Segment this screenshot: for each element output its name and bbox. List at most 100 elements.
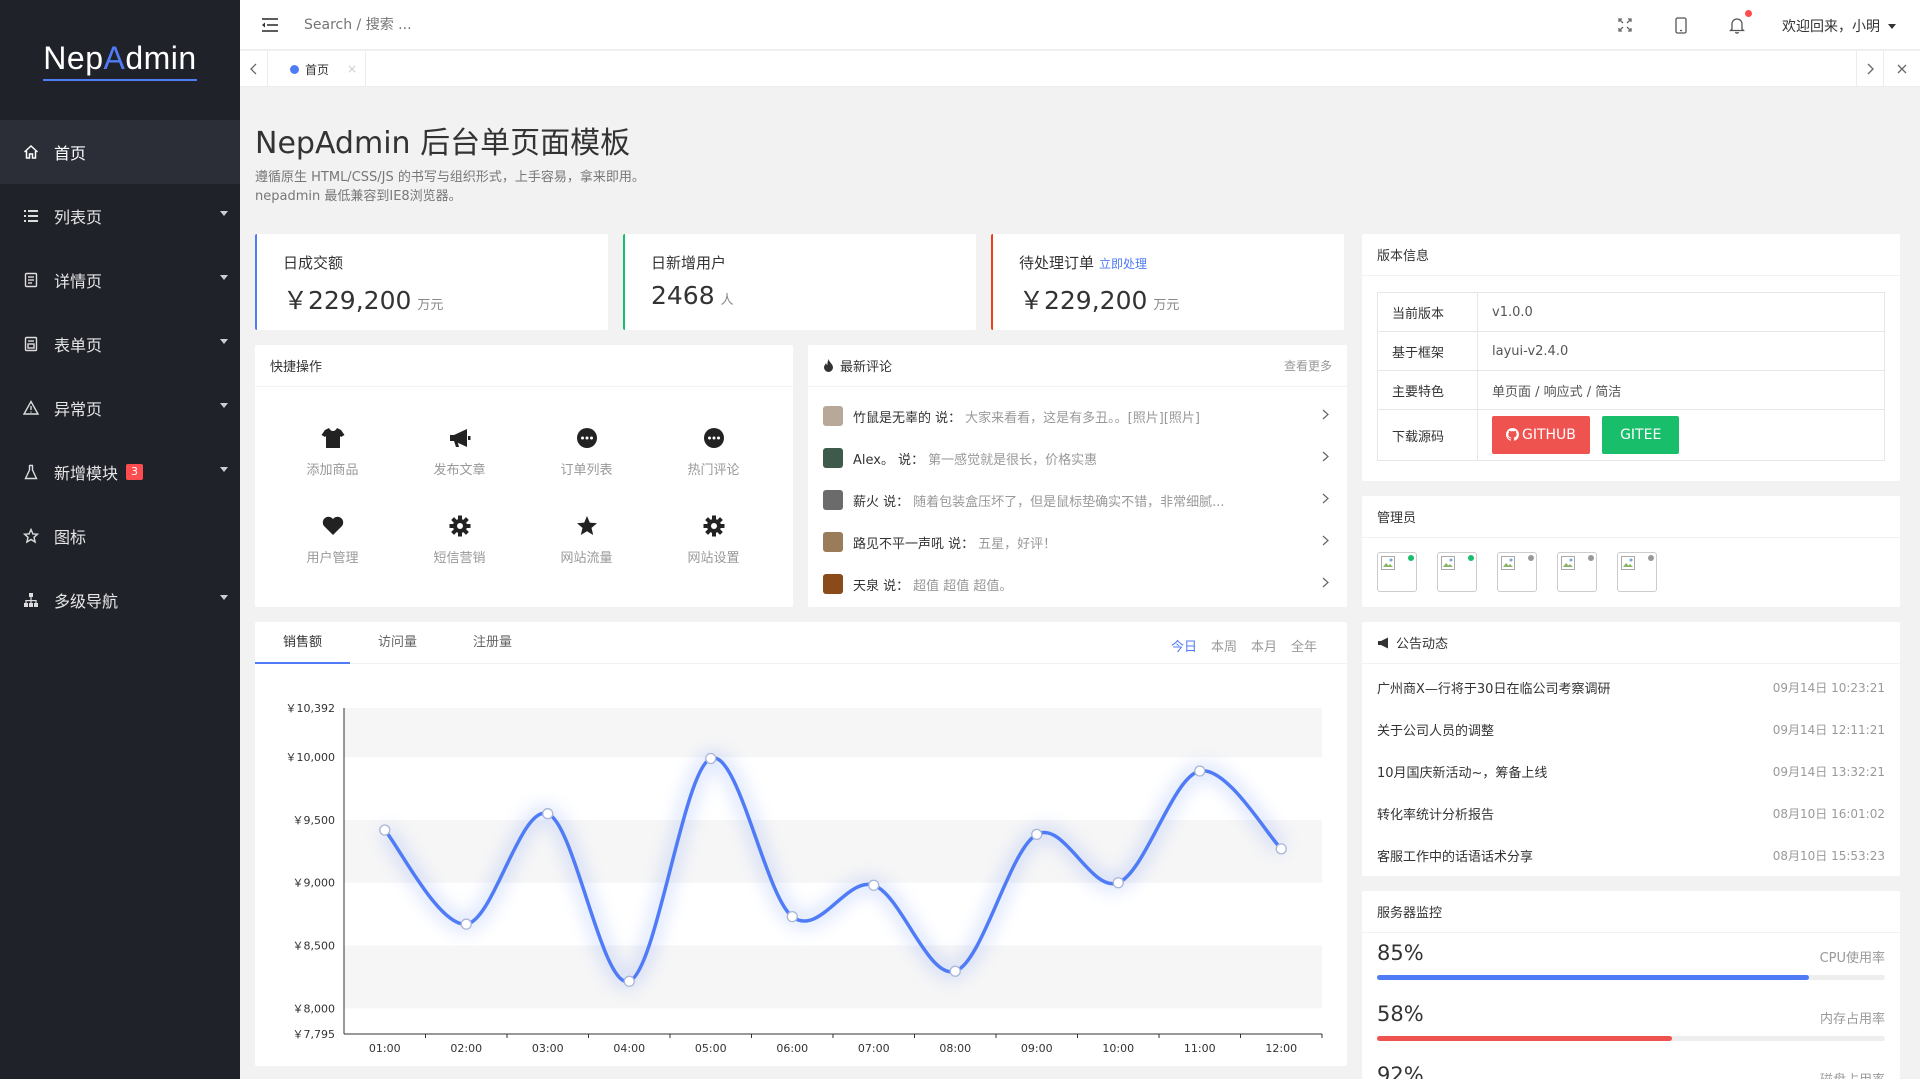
range-week[interactable]: 本周 [1211, 636, 1237, 655]
comment-item[interactable]: 天泉 说： 超值 超值 超值。 [808, 563, 1347, 605]
metric-label: 内存占用率 [1819, 1012, 1885, 1027]
admin-avatar[interactable] [1617, 552, 1657, 592]
notice-item[interactable]: 客服工作中的话语话术分享 08月10日 15:53:23 [1362, 834, 1900, 876]
sidebar-item[interactable]: 新增模块 3 [0, 440, 240, 504]
search-input[interactable] [304, 10, 604, 40]
gear-icon [650, 513, 777, 539]
broken-image-icon [1621, 556, 1635, 570]
notice-item[interactable]: 转化率统计分析报告 08月10日 16:01:02 [1362, 792, 1900, 834]
home-icon [22, 143, 40, 161]
comment-list: 竹鼠是无辜的 说： 大家来看看，这是有多丑。。[照片][照片] Alex。 说：… [808, 387, 1347, 605]
data-point [1112, 877, 1124, 889]
chevron-right-icon [1322, 535, 1329, 550]
notice-item[interactable]: 关于公司人员的调整 09月14日 12:11:21 [1362, 708, 1900, 750]
notice-title: 客服工作中的话语话术分享 [1377, 849, 1534, 865]
close-all-tabs-icon[interactable] [1888, 51, 1916, 87]
logo-text-accent: A [103, 39, 126, 76]
comment-author: 薪火 说： [853, 494, 910, 510]
notice-item[interactable]: 广州商X—行将于30日在临公司考察调研 09月14日 10:23:21 [1362, 666, 1900, 708]
status-dot [1408, 555, 1414, 561]
quick-action[interactable]: 发布文章 [396, 425, 523, 478]
tab-scroll-right-icon[interactable] [1856, 51, 1884, 87]
comment-item[interactable]: Alex。 说： 第一感觉就是很长，价格实惠 [808, 437, 1347, 479]
chevron-right-icon [1322, 577, 1329, 592]
admin-avatar[interactable] [1557, 552, 1597, 592]
sales-chart-card: 销售额 访问量 注册量 今日 本周 本月 全年 ￥7,795 ￥8,000 ￥8,5… [255, 622, 1347, 1066]
sidebar-item[interactable]: 图标 [0, 504, 240, 568]
comment-text: 大家来看看，这是有多丑。。[照片][照片] [965, 410, 1200, 426]
fullscreen-icon[interactable] [1614, 14, 1636, 36]
megaphone-icon [396, 425, 523, 451]
comment-text: 超值 超值 超值。 [913, 578, 1013, 594]
tab-home[interactable]: 首页 × [268, 51, 366, 87]
bell-icon[interactable] [1726, 10, 1752, 36]
admin-avatar[interactable] [1377, 552, 1417, 592]
stat-label: 日成交额 [283, 254, 344, 272]
avatar [823, 406, 843, 426]
menu-toggle-icon[interactable] [260, 15, 280, 35]
admin-avatar[interactable] [1497, 552, 1537, 592]
comment-item[interactable]: 竹鼠是无辜的 说： 大家来看看，这是有多丑。。[照片][照片] [808, 395, 1347, 437]
github-button[interactable]: GITHUB [1492, 416, 1590, 454]
quick-action[interactable]: 订单列表 [523, 425, 650, 478]
quick-action-label: 添加商品 [306, 463, 359, 478]
quick-action[interactable]: 网站设置 [650, 513, 777, 566]
range-year[interactable]: 全年 [1291, 636, 1317, 655]
stat-label: 日新增用户 [651, 254, 727, 272]
notice-title: 转化率统计分析报告 [1377, 807, 1495, 823]
stat-value: ￥229,200 [283, 286, 412, 315]
quick-action-label: 网站设置 [687, 551, 740, 566]
sidebar-item[interactable]: 列表页 [0, 184, 240, 248]
logo[interactable]: NepAdmin [0, 0, 240, 120]
broken-image-icon [1561, 556, 1575, 570]
comments-card: 最新评论 查看更多 竹鼠是无辜的 说： 大家来看看，这是有多丑。。[照片][照片… [808, 345, 1347, 607]
quick-action-label: 用户管理 [306, 551, 359, 566]
comment-item[interactable]: 路见不平一声吼 说： 五星，好评！ [808, 521, 1347, 563]
tab-visits[interactable]: 访问量 [350, 622, 445, 664]
sidebar-item[interactable]: 多级导航 [0, 568, 240, 632]
quick-action-label: 订单列表 [560, 463, 613, 478]
quick-action-label: 短信营销 [433, 551, 486, 566]
sidebar-item[interactable]: 首页 [0, 120, 240, 184]
sidebar-item[interactable]: 表单页 [0, 312, 240, 376]
data-point [1031, 828, 1043, 841]
range-today[interactable]: 今日 [1171, 636, 1197, 655]
tab-scroll-left-icon[interactable] [240, 51, 268, 87]
notice-item[interactable]: 10月国庆新活动~，筹备上线 09月14日 13:32:21 [1362, 750, 1900, 792]
card-title-wrap: 最新评论 [823, 356, 892, 375]
user-menu[interactable]: 欢迎回来，小明 [1782, 16, 1896, 36]
x-tick-label: 07:00 [858, 1042, 890, 1055]
comment-author: 天泉 说： [853, 578, 910, 594]
quick-action[interactable]: 用户管理 [269, 513, 396, 566]
chart-band [344, 819, 1322, 883]
quick-action[interactable]: 添加商品 [269, 425, 396, 478]
quick-action[interactable]: 短信营销 [396, 513, 523, 566]
x-tick-label: 05:00 [695, 1042, 727, 1055]
server-metric: 58% 内存占用率 [1377, 1002, 1885, 1041]
admin-avatar[interactable] [1437, 552, 1477, 592]
quick-action[interactable]: 网站流量 [523, 513, 650, 566]
close-icon[interactable]: × [347, 62, 357, 76]
x-tick-label: 08:00 [939, 1042, 971, 1055]
process-now-link[interactable]: 立即处理 [1099, 257, 1147, 271]
mobile-icon[interactable] [1670, 14, 1692, 36]
page-desc-line: nepadmin 最低兼容到IE8浏览器。 [255, 189, 462, 204]
gitee-button[interactable]: GITEE [1602, 416, 1680, 454]
notice-list: 广州商X—行将于30日在临公司考察调研 09月14日 10:23:21 关于公司人员… [1362, 664, 1900, 876]
stat-value: ￥229,200 [1019, 286, 1148, 315]
quick-action[interactable]: 热门评论 [650, 425, 777, 478]
table-row: 基于框架 layui-v2.4.0 [1377, 331, 1885, 371]
tab-sales[interactable]: 销售额 [255, 622, 350, 664]
star-outline-icon [22, 527, 40, 545]
comment-item[interactable]: 薪火 说： 随着包装盒压坏了，但是鼠标垫确实不错，非常细腻... [808, 479, 1347, 521]
tab-registrations[interactable]: 注册量 [445, 622, 540, 664]
logo-text-post: dmin [125, 39, 197, 76]
table-value: layui-v2.4.0 [1477, 331, 1885, 371]
gear-icon [396, 513, 523, 539]
range-month[interactable]: 本月 [1251, 636, 1277, 655]
view-more-link[interactable]: 查看更多 [1284, 357, 1332, 374]
sidebar-item[interactable]: 异常页 [0, 376, 240, 440]
metric-label: 磁盘占用率 [1820, 1069, 1885, 1079]
sidebar-item[interactable]: 详情页 [0, 248, 240, 312]
x-tick-label: 12:00 [1265, 1042, 1297, 1055]
